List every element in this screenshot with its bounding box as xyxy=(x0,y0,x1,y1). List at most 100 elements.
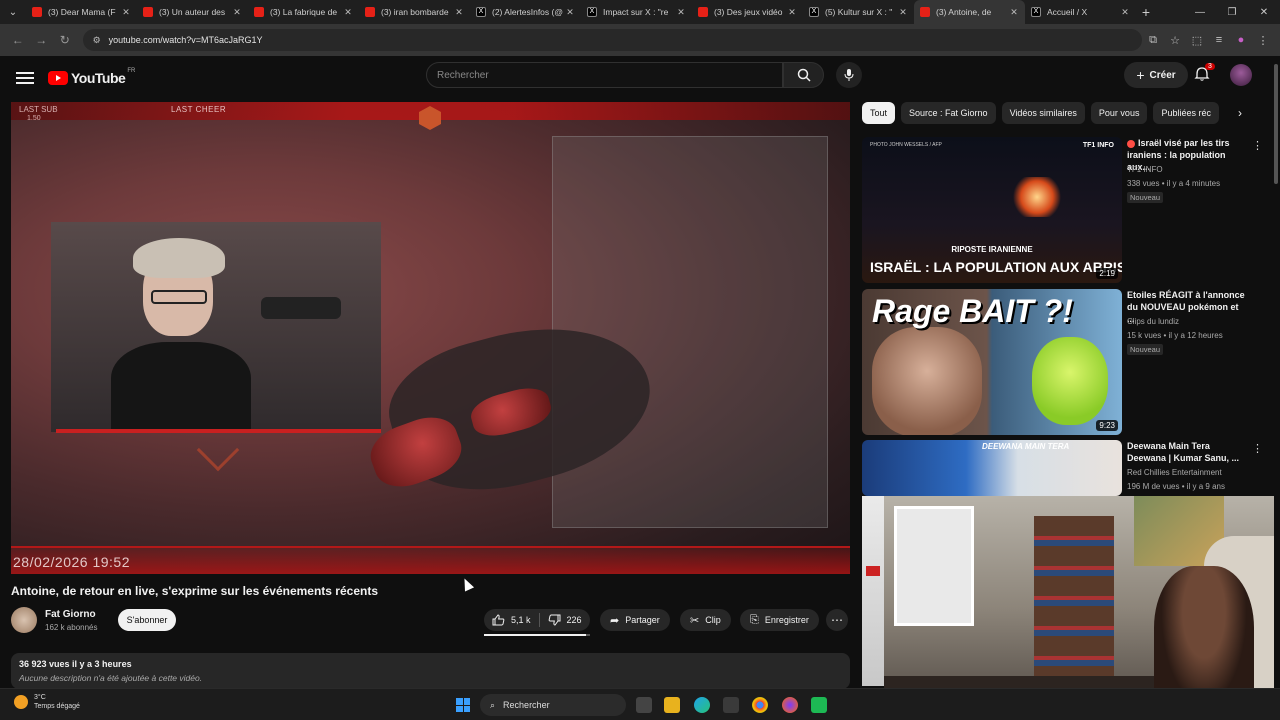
browser-tab[interactable]: X (5) Kultur sur X : " ✕ xyxy=(803,0,914,24)
youtube-play-icon xyxy=(48,71,68,85)
close-tab-icon[interactable]: ✕ xyxy=(454,7,464,18)
close-tab-icon[interactable]: ✕ xyxy=(1120,7,1130,18)
back-icon[interactable]: ← xyxy=(6,33,30,47)
more-vertical-icon[interactable]: ⋮ xyxy=(1252,442,1263,455)
close-tab-icon[interactable]: ✕ xyxy=(343,7,353,18)
notifications-button[interactable]: 3 xyxy=(1194,63,1215,86)
browser-tab[interactable]: (3) Des jeux vidéo ✕ xyxy=(692,0,803,24)
close-tab-icon[interactable]: ✕ xyxy=(565,7,575,18)
store-icon[interactable] xyxy=(723,697,739,713)
extensions-icon[interactable]: ⬚ xyxy=(1186,34,1208,47)
recommendation-item[interactable]: PHOTO JOHN WESSELS / AFP TF1 INFO RIPOST… xyxy=(862,137,1272,283)
account-avatar[interactable] xyxy=(1230,64,1252,86)
save-button[interactable]: ⎘ Enregistrer xyxy=(740,609,819,631)
channel-name[interactable]: Fat Giorno xyxy=(45,609,96,620)
overlay-last-sub: LAST SUB xyxy=(19,105,58,114)
subscribe-button[interactable]: S'abonner xyxy=(118,609,176,631)
chip-all[interactable]: Tout xyxy=(862,102,896,124)
bookmark-star-icon[interactable]: ☆ xyxy=(1164,34,1186,47)
clip-button[interactable]: ✂ Clip xyxy=(680,609,731,631)
views-and-date: 36 923 vues il y a 3 heures xyxy=(19,659,132,669)
chip-similar[interactable]: Vidéos similaires xyxy=(1001,102,1085,124)
mouse-cursor-icon xyxy=(459,576,475,592)
close-tab-icon[interactable]: ✕ xyxy=(1009,7,1019,18)
page-scrollbar[interactable] xyxy=(1274,56,1280,688)
file-explorer-icon[interactable] xyxy=(664,697,680,713)
more-actions-button[interactable]: ⋯ xyxy=(826,609,848,631)
maximize-icon[interactable]: ❐ xyxy=(1216,7,1248,18)
weather-widget[interactable]: 3°C Temps dégagé xyxy=(14,693,80,711)
close-window-icon[interactable]: ✕ xyxy=(1248,7,1280,18)
description-box[interactable]: 36 923 vues il y a 3 heures Aucune descr… xyxy=(11,653,850,689)
search-input[interactable]: Rechercher xyxy=(426,62,783,88)
room-shelf xyxy=(1034,516,1114,696)
edge-icon[interactable] xyxy=(694,697,710,713)
dislike-button[interactable]: 226 xyxy=(540,609,590,631)
browser-tab[interactable]: (3) Antoine, de ✕ xyxy=(914,0,1025,24)
thumb-caption: ISRAËL : LA POPULATION AUX ABRIS xyxy=(870,259,1122,275)
chrome-icon[interactable] xyxy=(752,697,768,713)
youtube-icon xyxy=(920,7,930,17)
taskbar-search[interactable]: ⌕ Rechercher xyxy=(480,694,626,716)
browser-tab[interactable]: (3) La fabrique de ✕ xyxy=(248,0,359,24)
browser-menu-icon[interactable]: ⋮ xyxy=(1252,34,1274,47)
tab-search-chevron-icon[interactable]: ⌄ xyxy=(0,7,26,18)
firefox-icon[interactable] xyxy=(782,697,798,713)
logo-text: YouTube xyxy=(71,70,126,86)
close-tab-icon[interactable]: ✕ xyxy=(787,7,797,18)
forward-icon[interactable]: → xyxy=(30,33,54,47)
video-player[interactable]: LAST SUB 1.50 LAST CHEER 28/02/2026 19:5… xyxy=(11,102,850,574)
video-thumbnail[interactable]: DEEWANA MAIN TERA xyxy=(862,440,1122,496)
browser-tab[interactable]: X (2) AlertesInfos (@ ✕ xyxy=(470,0,581,24)
new-tab-button[interactable]: + xyxy=(1136,4,1156,20)
task-view-icon[interactable] xyxy=(636,697,652,713)
close-tab-icon[interactable]: ✕ xyxy=(898,7,908,18)
share-button[interactable]: ➦ Partager xyxy=(600,609,670,631)
url-field[interactable]: ⚙ youtube.com/watch?v=MT6acJaRG1Y xyxy=(82,29,1142,51)
browser-tab[interactable]: (3) Dear Mama (F ✕ xyxy=(26,0,137,24)
chevron-right-icon[interactable]: › xyxy=(1238,106,1242,120)
app-icon[interactable] xyxy=(811,697,827,713)
close-tab-icon[interactable]: ✕ xyxy=(121,7,131,18)
x-icon: X xyxy=(809,7,819,17)
youtube-logo[interactable]: YouTube FR xyxy=(48,68,135,86)
voice-search-button[interactable] xyxy=(836,62,862,88)
search-button[interactable] xyxy=(783,62,824,88)
recommendation-item[interactable]: Rage BAIT ?! 9:23 Etoiles RÉAGIT à l'ann… xyxy=(862,289,1272,435)
recommendation-channel[interactable]: TF1 INFO xyxy=(1127,165,1163,174)
create-button[interactable]: + Créer xyxy=(1124,62,1188,88)
minimize-icon[interactable]: — xyxy=(1184,7,1216,18)
reload-icon[interactable]: ↻ xyxy=(53,33,77,47)
recommendation-channel[interactable]: Clips du lundiz xyxy=(1127,317,1179,326)
reactor-webcam-overlay xyxy=(884,496,1280,720)
browser-tab[interactable]: (3) iran bombarde ✕ xyxy=(359,0,470,24)
menu-icon[interactable] xyxy=(16,72,34,84)
youtube-icon xyxy=(254,7,264,17)
install-app-icon[interactable]: ⧉ xyxy=(1142,34,1164,47)
close-tab-icon[interactable]: ✕ xyxy=(676,7,686,18)
scissors-icon: ✂ xyxy=(690,614,700,627)
browser-tab[interactable]: X Impact sur X : "re ✕ xyxy=(581,0,692,24)
like-button[interactable]: 5,1 k xyxy=(484,609,539,631)
site-info-icon[interactable]: ⚙ xyxy=(93,35,101,46)
browser-tab[interactable]: X Accueil / X ✕ xyxy=(1025,0,1136,24)
browser-tab[interactable]: (3) Un auteur des ✕ xyxy=(137,0,248,24)
windows-start-icon[interactable] xyxy=(456,698,470,712)
chip-recent[interactable]: Publiées réc xyxy=(1153,102,1219,124)
recommendation-title[interactable]: Deewana Main Tera Deewana | Kumar Sanu, … xyxy=(1127,440,1247,464)
recommendation-channel[interactable]: Red Chillies Entertainment xyxy=(1127,468,1222,477)
chip-for-you[interactable]: Pour vous xyxy=(1090,102,1148,124)
more-vertical-icon[interactable]: ⋮ xyxy=(1252,139,1263,152)
recommendation-item[interactable]: DEEWANA MAIN TERA Deewana Main Tera Deew… xyxy=(862,440,1272,496)
thumb-owl-art xyxy=(1032,337,1108,425)
video-thumbnail[interactable]: Rage BAIT ?! 9:23 xyxy=(862,289,1122,435)
close-tab-icon[interactable]: ✕ xyxy=(232,7,242,18)
new-badge: Nouveau xyxy=(1127,192,1164,203)
chip-source[interactable]: Source : Fat Giorno xyxy=(901,102,996,124)
profile-icon[interactable]: ● xyxy=(1230,34,1252,47)
video-thumbnail[interactable]: PHOTO JOHN WESSELS / AFP TF1 INFO RIPOST… xyxy=(862,137,1122,283)
overlay-last-cheer: LAST CHEER xyxy=(171,105,227,114)
media-control-icon[interactable]: ≡ xyxy=(1208,34,1230,47)
streamer-figure xyxy=(111,238,251,432)
channel-avatar[interactable] xyxy=(11,607,37,633)
